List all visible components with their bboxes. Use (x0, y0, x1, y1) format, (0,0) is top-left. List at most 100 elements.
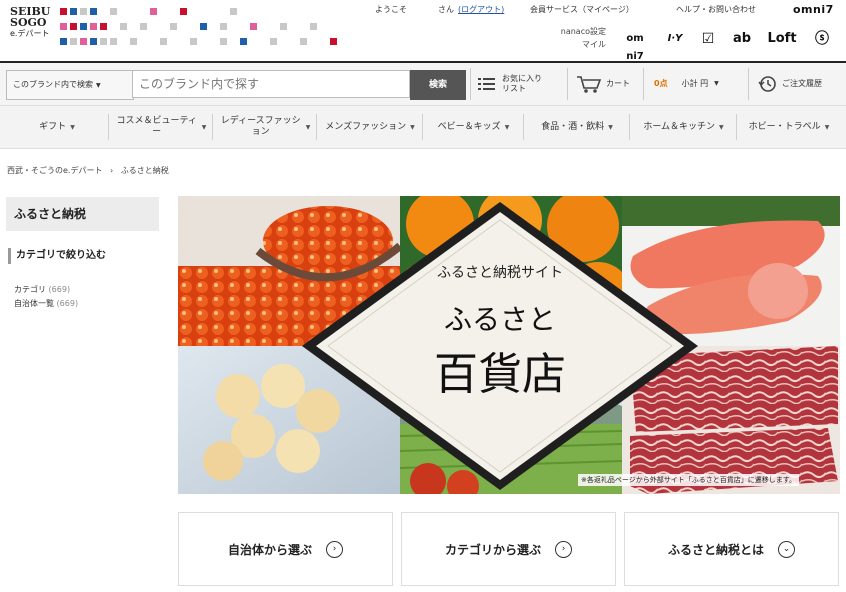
subtotal-value: 小計 円 (681, 79, 709, 88)
mosaic-square (70, 23, 77, 30)
mosaic-square (120, 23, 127, 30)
nanaco-label: nanaco設定 (560, 27, 606, 36)
order-history-label: ご注文履歴 (782, 79, 822, 88)
category-divider (422, 114, 423, 140)
mosaic-square (70, 38, 77, 45)
sidebar-link-category[interactable]: カテゴリ (669) (14, 284, 70, 295)
mile-label: マイル (582, 40, 606, 49)
category-nav-item[interactable]: 食品・酒・飲料 ▼ (525, 106, 629, 148)
button-label: カテゴリから選ぶ (444, 542, 541, 557)
hero-note: ※各返礼品ページから外部サイト「ふるさと百貨店」に遷移します。 (578, 474, 800, 486)
breadcrumb-home-link[interactable]: 西武・そごうのe.デパート (7, 166, 102, 175)
order-history-link[interactable]: ご注文履歴 (758, 70, 822, 98)
category-label: コスメ＆ビューティー (116, 116, 197, 137)
omni7-icon[interactable]: om ni7 (620, 30, 650, 62)
category-nav-item[interactable]: コスメ＆ビューティー ▼ (110, 106, 212, 148)
points-subtotal[interactable]: 0点 小計 円 ▼ (654, 70, 719, 98)
sidebar-link-count: (669) (56, 299, 79, 308)
logout-link[interactable]: (ログアウト) (458, 4, 504, 15)
select-by-category-button[interactable]: カテゴリから選ぶ › (401, 512, 616, 586)
chevron-down-icon: ▼ (201, 123, 207, 131)
mosaic-square (100, 38, 107, 45)
mosaic-square (230, 8, 237, 15)
hero-title-line2: 百貨店 (434, 349, 566, 400)
sogo-icon[interactable]: ☑ (696, 30, 720, 48)
select-by-municipality-button[interactable]: 自治体から選ぶ › (178, 512, 393, 586)
hero-title-line1: ふるさと (443, 303, 556, 336)
filter-heading: カテゴリで絞り込む (8, 248, 166, 264)
search-scope-select[interactable]: このブランド内で検索 ▼ (6, 70, 134, 100)
help-link[interactable]: ヘルプ・お問い合わせ (676, 4, 756, 15)
category-divider (212, 114, 213, 140)
mosaic-square (300, 38, 307, 45)
mosaic-square (80, 23, 87, 30)
hero-banner[interactable]: ふるさと納税サイト ふるさと 百貨店 (178, 196, 840, 494)
mosaic-square (90, 38, 97, 45)
sidebar-link-label: カテゴリ (14, 285, 46, 294)
seven-icon[interactable]: ⓢ (810, 30, 834, 48)
breadcrumb-separator: › (110, 166, 114, 175)
search-button[interactable]: 検索 (410, 70, 466, 100)
mosaic-square (100, 23, 107, 30)
mosaic-square (160, 38, 167, 45)
cart-link[interactable]: カート (576, 70, 630, 98)
chevron-down-icon: ▼ (714, 80, 719, 87)
chevron-down-icon: ▼ (824, 123, 830, 131)
category-nav-item[interactable]: メンズファッション ▼ (318, 106, 422, 148)
mosaic-square (270, 38, 277, 45)
mosaic-square (250, 23, 257, 30)
category-label: 食品・酒・飲料 (541, 121, 605, 132)
itoyokado-icon[interactable]: I·Y (660, 30, 690, 48)
mosaic-square (310, 23, 317, 30)
logo-line-3: e.デパート (10, 29, 50, 38)
category-nav-item[interactable]: ホーム＆キッチン ▼ (631, 106, 736, 148)
chevron-down-icon: ▼ (410, 123, 415, 131)
logo-line-2: SOGO (10, 16, 47, 29)
category-nav-item[interactable]: ホビー・トラベル ▼ (738, 106, 840, 148)
history-icon (758, 76, 776, 92)
button-label: 自治体から選ぶ (227, 542, 312, 557)
chevron-down-icon: ▼ (305, 123, 311, 131)
points-value: 0点 (654, 79, 668, 88)
chevron-down-icon: ⌄ (778, 540, 795, 558)
hero-subtitle: ふるさと納税サイト (437, 265, 563, 281)
omni7-logo[interactable]: omni7 (793, 3, 834, 16)
category-nav-item[interactable]: ギフト ▼ (6, 106, 108, 148)
mosaic-square (150, 8, 157, 15)
button-label: ふるさと納税とは (667, 542, 764, 557)
sidebar-link-count: (669) (48, 285, 71, 294)
mosaic-square (90, 8, 97, 15)
category-nav-item[interactable]: レディースファッション ▼ (214, 106, 316, 148)
mosaic-square (330, 38, 337, 45)
chevron-right-icon: › (555, 540, 572, 558)
category-label: ギフト (39, 121, 67, 132)
favorites-label-2: リスト (502, 84, 526, 93)
search-input[interactable] (132, 70, 410, 98)
brand-mosaic (60, 8, 337, 45)
sidebar-link-municipality[interactable]: 自治体一覧 (669) (14, 298, 78, 309)
chevron-down-icon: ▼ (504, 123, 510, 131)
chevron-down-icon: ▼ (96, 82, 101, 89)
category-divider (316, 114, 317, 140)
site-logo[interactable]: SEIBU SOGO e.デパート (10, 6, 52, 39)
mosaic-square (60, 38, 67, 45)
category-label: ホビー・トラベル (748, 121, 821, 132)
member-service-link[interactable]: 会員サービス（マイページ） (530, 4, 634, 15)
akachan-icon[interactable]: ab (728, 30, 756, 48)
mosaic-square (70, 8, 77, 15)
sidebar-title: ふるさと納税 (6, 197, 159, 231)
welcome-text: ようこそ (375, 5, 407, 14)
category-label: メンズファッション (325, 121, 407, 132)
loft-icon[interactable]: Loft (764, 30, 800, 48)
favorites-list-link[interactable]: お気に入り リスト (478, 70, 542, 98)
category-nav-item[interactable]: ベビー＆キッズ ▼ (424, 106, 523, 148)
list-icon (478, 78, 495, 90)
about-furusato-button[interactable]: ふるさと納税とは ⌄ (624, 512, 839, 586)
mosaic-square (80, 8, 87, 15)
cart-label: カート (606, 79, 630, 88)
divider (567, 68, 568, 100)
chevron-down-icon: ▼ (70, 123, 75, 131)
mosaic-square (90, 23, 97, 30)
breadcrumb: 西武・そごうのe.デパート › ふるさと納税 (7, 165, 169, 176)
nanaco-settings[interactable]: nanaco設定 マイル (560, 25, 606, 51)
